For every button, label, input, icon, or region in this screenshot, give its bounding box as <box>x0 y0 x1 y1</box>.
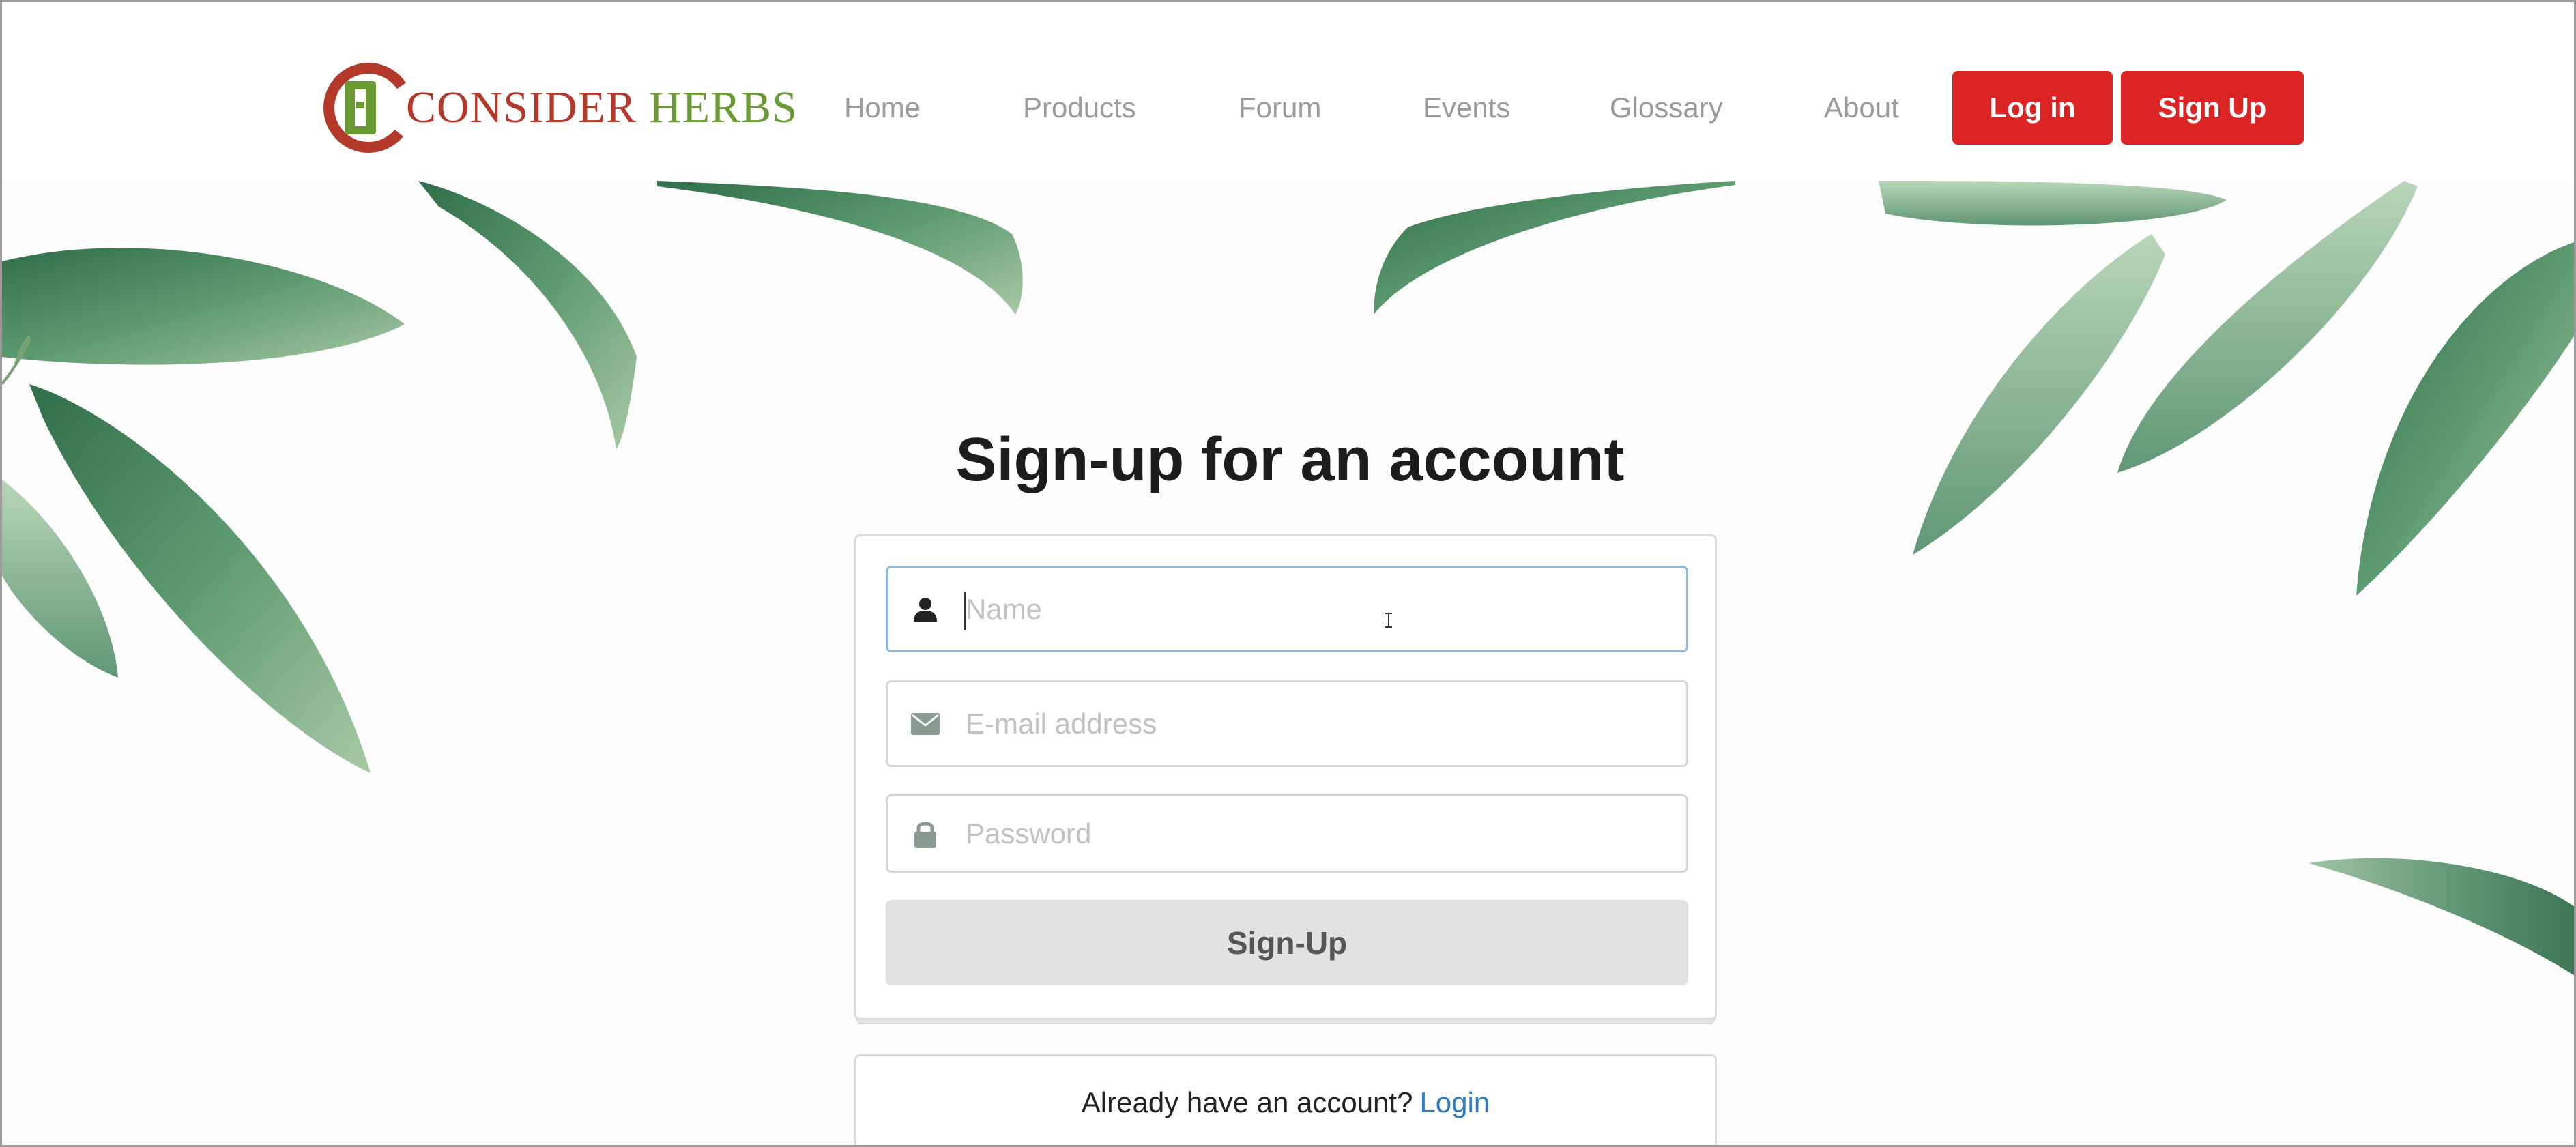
site-header: CONSIDER HERBS Home Products Forum Events… <box>2 2 2574 181</box>
password-input[interactable] <box>966 806 1648 861</box>
brand-name-part1: CONSIDER <box>406 83 637 132</box>
nav-products[interactable]: Products <box>1023 91 1136 124</box>
text-caret <box>964 592 966 630</box>
name-field[interactable] <box>886 566 1688 652</box>
logo-icon <box>323 63 414 153</box>
email-field[interactable] <box>886 680 1688 767</box>
page: CONSIDER HERBS Home Products Forum Events… <box>0 0 2576 1147</box>
nav-forum[interactable]: Forum <box>1239 91 1321 124</box>
login-prompt-text: Already have an account? <box>1081 1086 1413 1118</box>
nav-about[interactable]: About <box>1824 91 1899 124</box>
nav-events[interactable]: Events <box>1423 91 1510 124</box>
user-icon <box>888 568 963 650</box>
nav-glossary[interactable]: Glossary <box>1610 91 1723 124</box>
nav-home[interactable]: Home <box>844 91 921 124</box>
email-input[interactable] <box>966 696 1648 751</box>
brand-name-part2: HERBS <box>649 83 798 132</box>
text-cursor-icon <box>1385 613 1392 628</box>
signup-form: Sign-Up <box>854 534 1717 1020</box>
brand-logo[interactable]: CONSIDER HERBS <box>323 62 798 154</box>
signup-button[interactable]: Sign Up <box>2121 71 2304 145</box>
signup-submit-button[interactable]: Sign-Up <box>886 900 1688 985</box>
login-link[interactable]: Login <box>1419 1086 1490 1145</box>
password-field[interactable] <box>886 794 1688 873</box>
page-title: Sign-up for an account <box>955 426 1625 494</box>
login-prompt: Already have an account? Login <box>854 1054 1717 1145</box>
lock-icon <box>888 796 963 871</box>
name-input[interactable] <box>966 581 1648 637</box>
envelope-icon <box>888 682 963 765</box>
login-button[interactable]: Log in <box>1952 71 2113 145</box>
